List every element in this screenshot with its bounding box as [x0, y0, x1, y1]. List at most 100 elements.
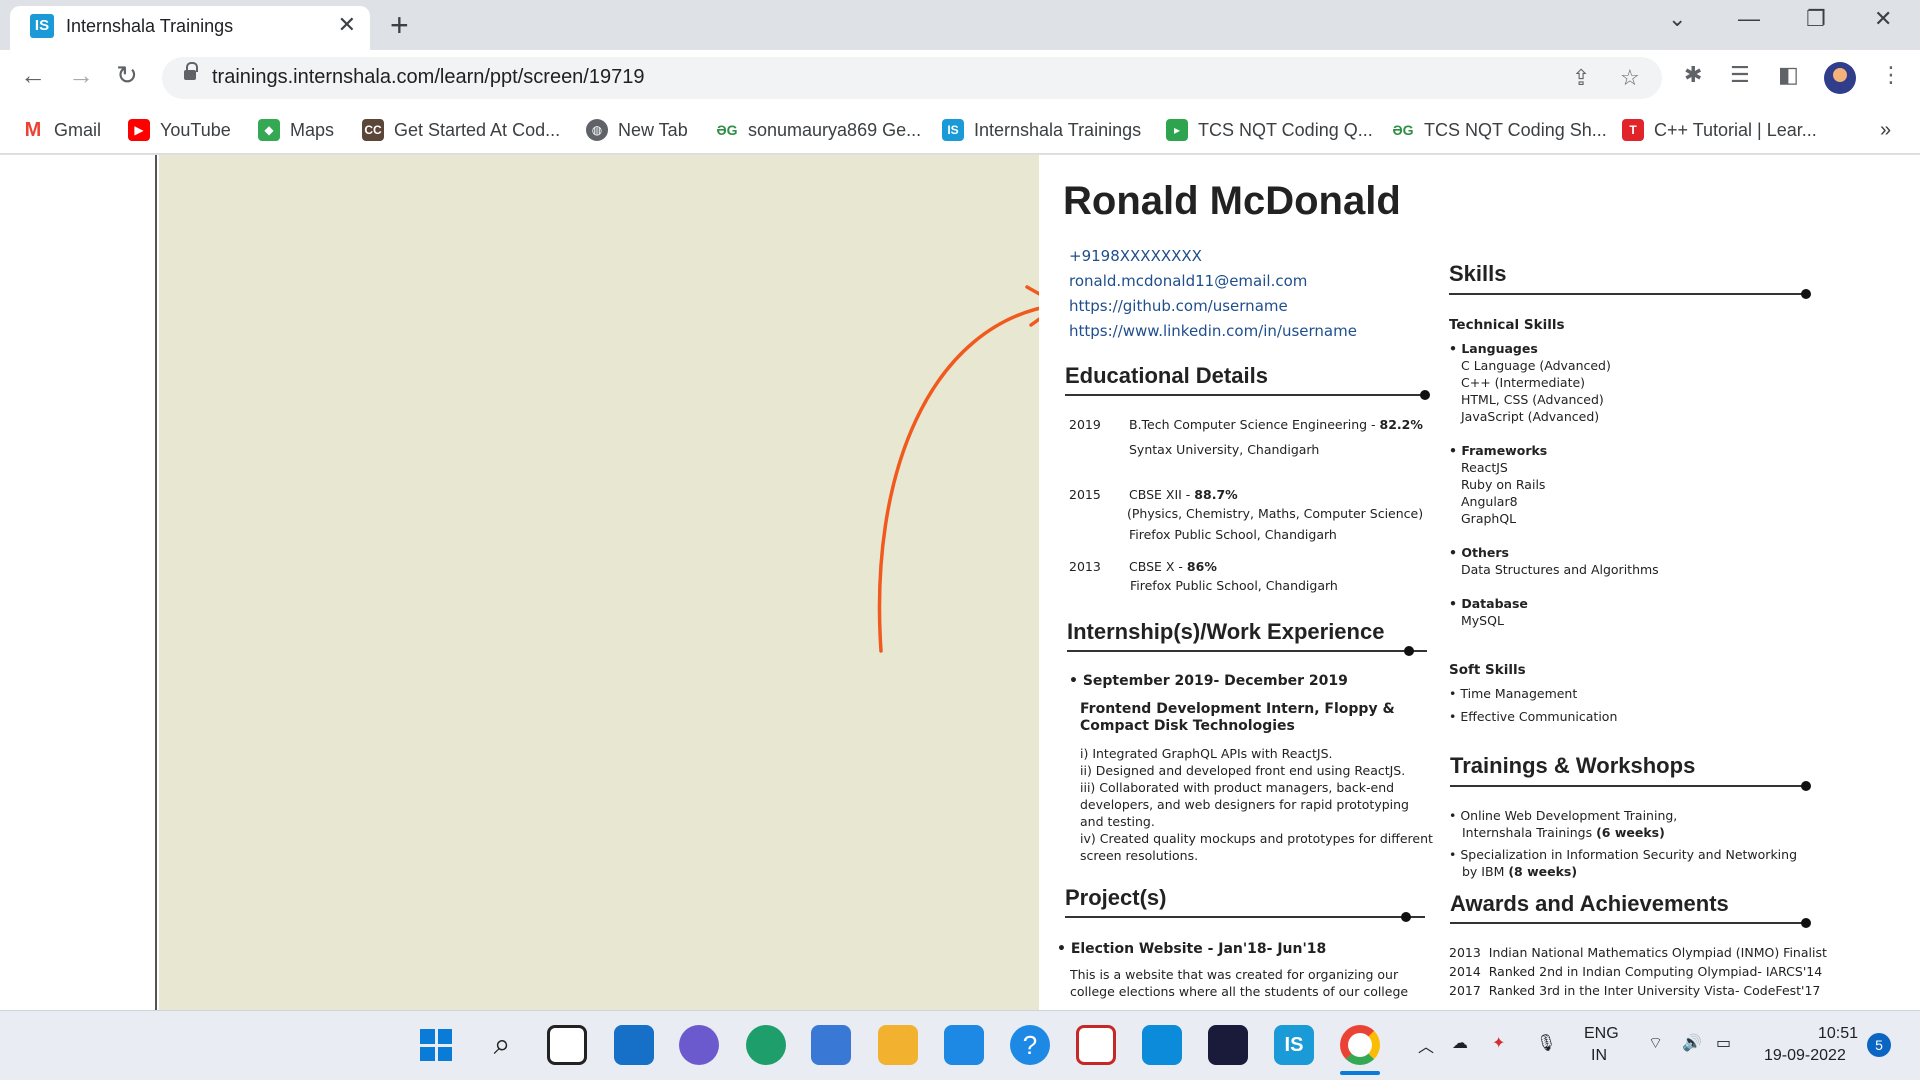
- bookmarks-bar: M Gmail ▶ YouTube ◆ Maps CC Get Started …: [0, 106, 1920, 154]
- experience-point: i) Integrated GraphQL APIs with ReactJS.: [1080, 746, 1333, 761]
- bookmark-tcs-1[interactable]: ▸ TCS NQT Coding Q...: [1166, 116, 1373, 144]
- contact-github[interactable]: https://github.com/username: [1069, 297, 1288, 315]
- bookmark-star-icon[interactable]: ☆: [1620, 65, 1640, 91]
- experience-point: developers, and web designers for rapid …: [1080, 797, 1409, 812]
- resume-document: Ronald McDonald +9198XXXXXXXX ronald.mcd…: [1039, 155, 1849, 1010]
- app-icon[interactable]: [1208, 1025, 1248, 1065]
- cortana-icon[interactable]: [1142, 1025, 1182, 1065]
- experience-point: ii) Designed and developed front end usi…: [1080, 763, 1406, 778]
- chat-icon[interactable]: [679, 1025, 719, 1065]
- file-explorer-icon[interactable]: [878, 1025, 918, 1065]
- bookmark-label: TCS NQT Coding Sh...: [1424, 119, 1607, 140]
- bookmark-label: sonumaurya869 Ge...: [748, 119, 922, 140]
- section-dot: [1801, 289, 1811, 299]
- side-panel-icon[interactable]: ◧: [1778, 62, 1799, 88]
- gfg-icon: ƏG: [1392, 119, 1414, 141]
- skill-item: C Language (Advanced): [1461, 358, 1611, 373]
- dropbox-icon[interactable]: ✦: [1492, 1033, 1505, 1053]
- edu-degree: B.Tech Computer Science Engineering - 82…: [1129, 417, 1423, 432]
- menu-icon[interactable]: ⋮: [1880, 62, 1902, 88]
- more-bookmarks-icon[interactable]: »: [1880, 116, 1891, 144]
- tab-strip: IS Internshala Trainings ✕ + ⌄ — ❐ ✕: [0, 0, 1920, 50]
- browser-toolbar: ← → ↻ trainings.internshala.com/learn/pp…: [0, 50, 1920, 106]
- edu-degree: CBSE XII - 88.7%: [1129, 487, 1238, 502]
- app-icon[interactable]: [944, 1025, 984, 1065]
- soft-skill-item: • Time Management: [1449, 686, 1578, 701]
- bookmark-tcs-2[interactable]: ƏG TCS NQT Coding Sh...: [1392, 116, 1607, 144]
- chevron-up-icon[interactable]: ︿: [1418, 1033, 1434, 1057]
- experience-point: iv) Created quality mockups and prototyp…: [1080, 831, 1433, 846]
- bookmark-gfg-1[interactable]: ƏG sonumaurya869 Ge...: [716, 116, 921, 144]
- bookmark-youtube[interactable]: ▶ YouTube: [128, 116, 231, 144]
- language-en[interactable]: ENG: [1584, 1025, 1619, 1043]
- clock-date[interactable]: 19-09-2022: [1764, 1047, 1846, 1065]
- tab-search-icon[interactable]: ⌄: [1668, 6, 1686, 32]
- section-dot: [1420, 390, 1430, 400]
- profile-avatar[interactable]: [1824, 62, 1856, 94]
- language-region[interactable]: IN: [1591, 1047, 1607, 1065]
- start-windows-icon[interactable]: [416, 1025, 456, 1065]
- training-item: • Online Web Development Training,: [1449, 808, 1678, 823]
- task-view-icon[interactable]: [547, 1025, 587, 1065]
- edu-institute: Firefox Public School, Chandigarh: [1130, 578, 1338, 593]
- wifi-icon[interactable]: ⌔: [1648, 1033, 1663, 1053]
- address-bar[interactable]: trainings.internshala.com/learn/ppt/scre…: [162, 57, 1662, 99]
- experience-role: Frontend Development Intern, Floppy &: [1080, 701, 1395, 717]
- mcafee-icon[interactable]: [1076, 1025, 1116, 1065]
- internshala-app-icon[interactable]: IS: [1274, 1025, 1314, 1065]
- forward-button[interactable]: →: [68, 60, 94, 91]
- shield-icon: ▸: [1166, 119, 1188, 141]
- back-button[interactable]: ←: [20, 60, 46, 91]
- skill-item: ReactJS: [1461, 460, 1508, 475]
- minimize-button[interactable]: —: [1738, 6, 1760, 32]
- media-queue-icon[interactable]: ☰: [1730, 62, 1750, 88]
- award-item: 2017 Ranked 3rd in the Inter University …: [1449, 983, 1821, 998]
- bookmark-cpp-tutorial[interactable]: T C++ Tutorial | Lear...: [1622, 116, 1817, 144]
- search-icon[interactable]: ⌕: [482, 1025, 522, 1065]
- widgets-icon[interactable]: [614, 1025, 654, 1065]
- award-item: 2013 Indian National Mathematics Olympia…: [1449, 945, 1827, 960]
- bookmark-gmail[interactable]: M Gmail: [22, 116, 101, 144]
- contact-phone: +9198XXXXXXXX: [1069, 247, 1202, 265]
- volume-icon[interactable]: 🔊: [1682, 1033, 1702, 1053]
- contact-email[interactable]: ronald.mcdonald11@email.com: [1069, 272, 1307, 290]
- reload-button[interactable]: ↻: [116, 60, 138, 91]
- help-icon[interactable]: ?: [1010, 1025, 1050, 1065]
- restore-button[interactable]: ❐: [1806, 6, 1826, 32]
- new-tab-button[interactable]: +: [390, 6, 409, 44]
- bookmark-maps[interactable]: ◆ Maps: [258, 116, 334, 144]
- gfg-icon: ƏG: [716, 119, 738, 141]
- experience-company: Compact Disk Technologies: [1080, 718, 1295, 734]
- page-viewport: Ronald McDonald +9198XXXXXXXX ronald.mcd…: [0, 155, 1920, 1010]
- bookmark-internshala[interactable]: IS Internshala Trainings: [942, 116, 1141, 144]
- awards-title: Awards and Achievements: [1450, 891, 1729, 916]
- share-icon[interactable]: ⇪: [1572, 65, 1590, 91]
- ppt-slide: Ronald McDonald +9198XXXXXXXX ronald.mcd…: [159, 155, 1849, 1010]
- globe-icon: ◍: [586, 119, 608, 141]
- url-text[interactable]: trainings.internshala.com/learn/ppt/scre…: [212, 66, 644, 89]
- close-window-button[interactable]: ✕: [1874, 6, 1892, 32]
- store-icon[interactable]: [811, 1025, 851, 1065]
- clock-time[interactable]: 10:51: [1818, 1025, 1858, 1043]
- internshala-icon: IS: [942, 119, 964, 141]
- bookmark-new-tab[interactable]: ◍ New Tab: [586, 116, 688, 144]
- left-gutter: [0, 155, 157, 1010]
- chrome-icon[interactable]: [1340, 1025, 1380, 1065]
- experience-period: • September 2019- December 2019: [1069, 673, 1348, 689]
- edu-year: 2019: [1069, 417, 1101, 432]
- edge-icon[interactable]: [746, 1025, 786, 1065]
- tab-internshala[interactable]: IS Internshala Trainings ✕: [10, 6, 370, 50]
- battery-icon[interactable]: ▭: [1716, 1033, 1731, 1053]
- bookmark-codechef[interactable]: CC Get Started At Cod...: [362, 116, 560, 144]
- skill-group: • Others: [1449, 545, 1509, 560]
- onedrive-icon[interactable]: ☁: [1452, 1033, 1468, 1053]
- notification-badge[interactable]: 5: [1867, 1033, 1891, 1057]
- section-rule: [1067, 650, 1427, 652]
- lock-icon[interactable]: [184, 62, 198, 82]
- contact-linkedin[interactable]: https://www.linkedin.com/in/username: [1069, 322, 1357, 340]
- extensions-icon[interactable]: ✱: [1684, 62, 1702, 88]
- microphone-icon[interactable]: 🎙: [1536, 1033, 1556, 1053]
- skill-group: • Frameworks: [1449, 443, 1548, 458]
- close-tab-icon[interactable]: ✕: [338, 12, 356, 38]
- trainings-title: Trainings & Workshops: [1450, 753, 1696, 778]
